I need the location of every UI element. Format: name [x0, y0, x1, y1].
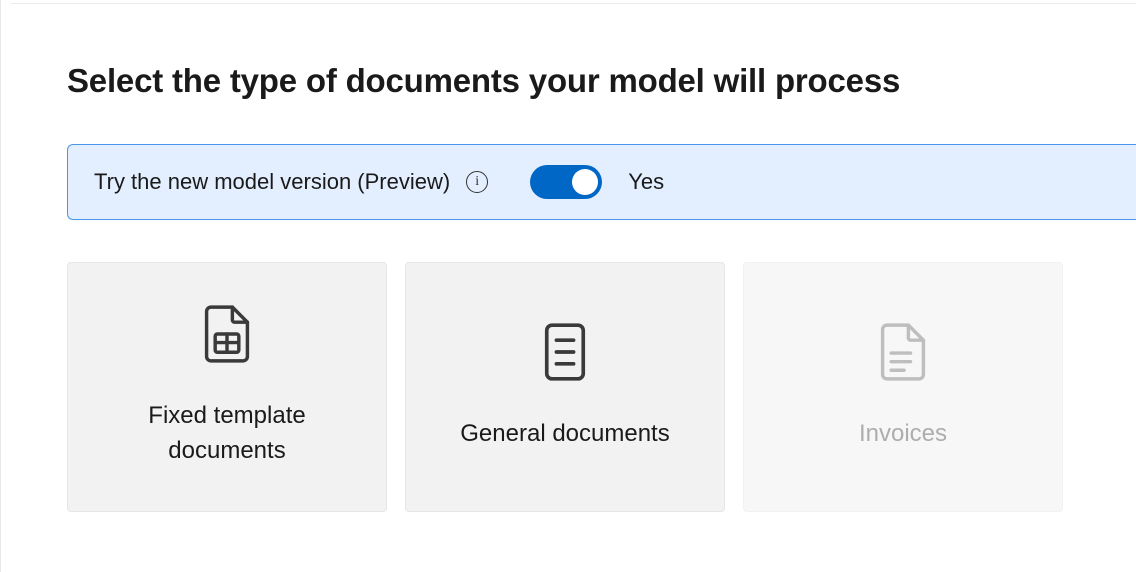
card-label: General documents: [460, 417, 669, 452]
card-fixed-template-documents[interactable]: Fixed template documents: [67, 262, 387, 512]
fixed-template-document-icon: [202, 305, 252, 363]
page-title: Select the type of documents your model …: [67, 62, 1136, 100]
preview-label: Try the new model version (Preview): [94, 169, 450, 195]
toggle-knob: [572, 169, 598, 195]
card-label: Invoices: [859, 417, 947, 452]
document-type-cards: Fixed template documents General documen…: [67, 262, 1136, 512]
card-invoices[interactable]: Invoices: [743, 262, 1063, 512]
general-document-icon: [540, 323, 590, 381]
preview-banner: Try the new model version (Preview) Yes: [67, 144, 1136, 220]
preview-toggle[interactable]: [530, 165, 602, 199]
card-general-documents[interactable]: General documents: [405, 262, 725, 512]
card-label: Fixed template documents: [88, 399, 366, 469]
toggle-state-label: Yes: [628, 169, 664, 195]
invoice-document-icon: [878, 323, 928, 381]
info-icon[interactable]: [466, 171, 488, 193]
